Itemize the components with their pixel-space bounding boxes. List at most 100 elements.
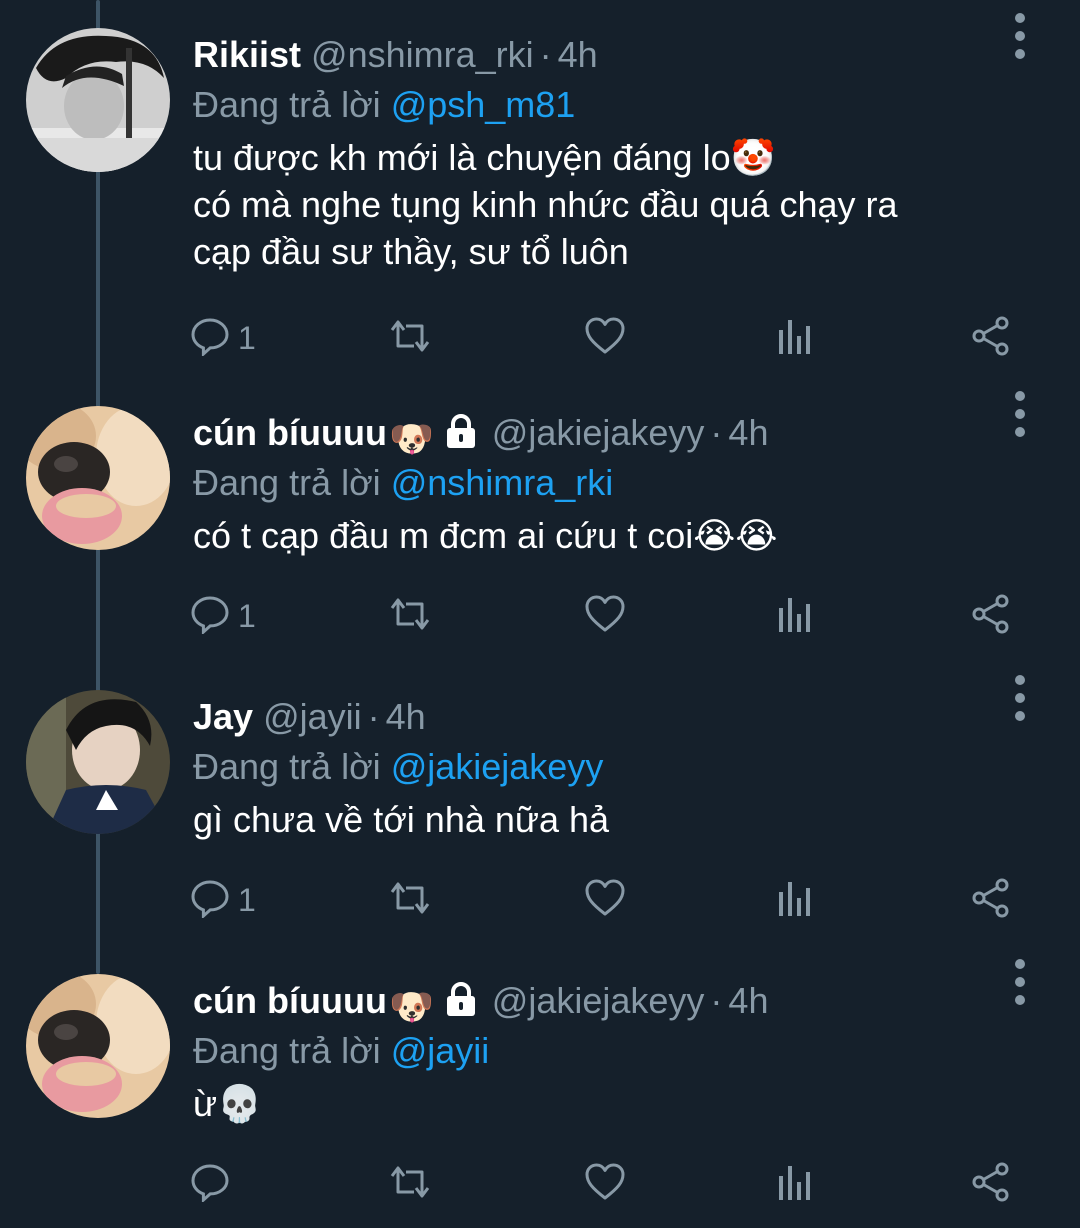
separator-dot: ·	[539, 34, 552, 75]
lock-icon	[444, 981, 478, 1031]
reply-icon	[190, 878, 230, 923]
tweet-text-line: ừ💀	[193, 1083, 262, 1124]
tweet-header: Jay @jayii · 4h	[193, 692, 1010, 742]
avatar-boy-smile[interactable]	[26, 690, 170, 834]
tweet-content: Jay @jayii · 4h Đang trả lời @jakiejakeyy gì c…	[193, 692, 1010, 843]
analytics-button[interactable]	[776, 313, 812, 363]
user-handle[interactable]: @nshimra_rki	[311, 34, 534, 75]
display-name[interactable]: cún bíuuuu	[193, 980, 387, 1021]
user-handle[interactable]: @jayii	[263, 696, 362, 737]
share-button[interactable]	[970, 591, 1012, 641]
user-handle[interactable]: @jakiejakeyy	[492, 980, 705, 1021]
share-icon	[970, 1161, 1012, 1208]
retweet-button[interactable]	[386, 1159, 434, 1209]
share-button[interactable]	[970, 875, 1012, 925]
analytics-icon	[776, 316, 812, 361]
user-handle[interactable]: @jakiejakeyy	[492, 412, 705, 453]
retweet-button[interactable]	[386, 875, 434, 925]
more-options-icon[interactable]	[1002, 954, 1038, 1010]
share-icon	[970, 315, 1012, 362]
avatar-dog-nose[interactable]	[26, 974, 170, 1118]
replying-to-label: Đang trả lời	[193, 746, 381, 787]
heart-icon	[584, 316, 626, 361]
tweet-content: Rikiist @nshimra_rki · 4h Đang trả lời @psh_m…	[193, 30, 1010, 275]
avatar-boy-grayscale[interactable]	[26, 28, 170, 172]
timestamp[interactable]: 4h	[728, 980, 768, 1021]
tweet-actions: 1	[190, 313, 1080, 363]
share-button[interactable]	[970, 313, 1012, 363]
display-name[interactable]: cún bíuuuu	[193, 412, 387, 453]
avatar-dog-nose[interactable]	[26, 406, 170, 550]
tweet-actions: 1	[190, 591, 1080, 641]
retweet-icon	[386, 316, 434, 361]
heart-icon	[584, 878, 626, 923]
tweet-text-line: tu được kh mới là chuyện đáng lo🤡	[193, 137, 776, 178]
replying-to: Đang trả lời @jayii	[193, 1026, 1010, 1076]
retweet-button[interactable]	[386, 591, 434, 641]
reply-button[interactable]: 1	[190, 313, 256, 363]
analytics-button[interactable]	[776, 1159, 812, 1209]
reply-count: 1	[238, 881, 256, 918]
tweet-text: gì chưa về tới nhà nữa hả	[193, 796, 1010, 843]
reply-button[interactable]: 1	[190, 591, 256, 641]
analytics-icon	[776, 878, 812, 923]
more-options-icon[interactable]	[1002, 670, 1038, 726]
tweet-actions: 1	[190, 875, 1080, 925]
lock-icon	[444, 413, 478, 463]
reply-button[interactable]: 1	[190, 875, 256, 925]
reply-icon	[190, 594, 230, 639]
like-button[interactable]	[584, 1159, 626, 1209]
replying-to: Đang trả lời @jakiejakeyy	[193, 742, 1010, 792]
reply-tweet[interactable]: Jay @jayii · 4h Đang trả lời @jakiejakeyy gì c…	[0, 662, 1080, 946]
retweet-button[interactable]	[386, 313, 434, 363]
replying-to: Đang trả lời @nshimra_rki	[193, 458, 1010, 508]
display-name[interactable]: Rikiist	[193, 34, 301, 75]
reply-count: 1	[238, 597, 256, 634]
replying-to-label: Đang trả lời	[193, 462, 381, 503]
heart-icon	[584, 594, 626, 639]
tweet-text: ừ💀	[193, 1080, 1010, 1127]
tweet-text-line: có t cạp đầu m đcm ai cứu t coi😭😭	[193, 515, 778, 556]
timestamp[interactable]: 4h	[728, 412, 768, 453]
heart-icon	[584, 1162, 626, 1207]
more-options-icon[interactable]	[1002, 386, 1038, 442]
separator-dot: ·	[710, 980, 723, 1021]
reply-mention-link[interactable]: @psh_m81	[391, 84, 576, 125]
reply-count: 1	[238, 319, 256, 356]
share-button[interactable]	[970, 1159, 1012, 1209]
reply-mention-link[interactable]: @jayii	[391, 1030, 490, 1071]
reply-icon	[190, 1162, 230, 1207]
timestamp[interactable]: 4h	[558, 34, 598, 75]
reply-tweet[interactable]: cún bíuuuu🐶 @jakiejakeyy · 4h Đang trả lời @n…	[0, 378, 1080, 662]
retweet-icon	[386, 1162, 434, 1207]
reply-mention-link[interactable]: @nshimra_rki	[391, 462, 614, 503]
reply-mention-link[interactable]: @jakiejakeyy	[391, 746, 604, 787]
separator-dot: ·	[710, 412, 723, 453]
tweet-header: Rikiist @nshimra_rki · 4h	[193, 30, 1010, 80]
share-icon	[970, 877, 1012, 924]
tweet-text-line: có mà nghe tụng kinh nhức đầu quá chạy r…	[193, 184, 898, 225]
retweet-icon	[386, 594, 434, 639]
like-button[interactable]	[584, 875, 626, 925]
like-button[interactable]	[584, 591, 626, 641]
analytics-icon	[776, 594, 812, 639]
analytics-icon	[776, 1162, 812, 1207]
more-options-icon[interactable]	[1002, 8, 1038, 64]
tweet-text-line: gì chưa về tới nhà nữa hả	[193, 799, 610, 840]
analytics-button[interactable]	[776, 591, 812, 641]
tweet-header: cún bíuuuu🐶 @jakiejakeyy · 4h	[193, 408, 1010, 459]
reply-icon	[190, 316, 230, 361]
analytics-button[interactable]	[776, 875, 812, 925]
share-icon	[970, 593, 1012, 640]
reply-button[interactable]	[190, 1159, 238, 1209]
tweet-content: cún bíuuuu🐶 @jakiejakeyy · 4h Đang trả lời @j…	[193, 976, 1010, 1127]
like-button[interactable]	[584, 313, 626, 363]
timestamp[interactable]: 4h	[386, 696, 426, 737]
retweet-icon	[386, 878, 434, 923]
reply-tweet[interactable]: cún bíuuuu🐶 @jakiejakeyy · 4h Đang trả lời @j…	[0, 946, 1080, 1228]
separator-dot: ·	[367, 696, 380, 737]
reply-tweet[interactable]: Rikiist @nshimra_rki · 4h Đang trả lời @psh_m…	[0, 0, 1080, 357]
tweet-header: cún bíuuuu🐶 @jakiejakeyy · 4h	[193, 976, 1010, 1027]
display-name[interactable]: Jay	[193, 696, 253, 737]
dog-emoji-icon: 🐶	[388, 986, 434, 1027]
